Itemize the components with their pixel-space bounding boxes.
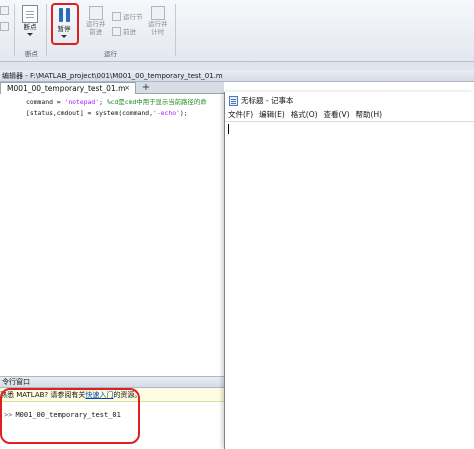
run-group-label: 运行 bbox=[104, 50, 117, 58]
notepad-divider bbox=[225, 121, 474, 122]
run-advance-icon bbox=[88, 6, 103, 20]
breakpoints-button[interactable]: 断点 bbox=[22, 5, 38, 36]
code-text: ; bbox=[99, 98, 107, 106]
code-line: [status,cmdout] = system(command,'-echo'… bbox=[26, 109, 188, 117]
notepad-menubar: 文件(F) 编辑(E) 格式(O) 查看(V) 帮助(H) bbox=[225, 109, 474, 121]
advance-label: 前进 bbox=[123, 28, 136, 36]
breakpoints-icon bbox=[22, 5, 38, 23]
code-string: '-echo' bbox=[152, 109, 180, 117]
run-advance-label-2: 前进 bbox=[89, 28, 103, 36]
add-tab-icon[interactable]: + bbox=[140, 82, 152, 94]
menu-edit[interactable]: 编辑(E) bbox=[259, 109, 291, 121]
editor-title: 编辑器 - F:\MATLAB_project\001\M001_00_temp… bbox=[0, 70, 474, 82]
toolstrip-gap bbox=[0, 62, 474, 70]
pause-highlight-annotation bbox=[51, 3, 79, 45]
run-section-button[interactable]: 运行节 bbox=[112, 11, 143, 21]
run-section-label: 运行节 bbox=[123, 13, 143, 21]
code-string: 'notepad' bbox=[64, 98, 100, 106]
editor-tabbar: M001_00_temporary_test_01.m × + bbox=[0, 82, 224, 94]
advance-button[interactable]: 前进 bbox=[112, 26, 136, 36]
editor-tab-label: M001_00_temporary_test_01.m bbox=[7, 84, 126, 93]
run-time-label-1: 运行并 bbox=[148, 20, 168, 28]
close-icon[interactable]: × bbox=[124, 83, 130, 94]
editor-tab[interactable]: M001_00_temporary_test_01.m × bbox=[0, 82, 136, 94]
toolstrip: 断点 断点 暂停 运行并 前进 运行节 前进 运行并 计时 运行 bbox=[0, 0, 474, 62]
run-and-time-button[interactable]: 运行并 计时 bbox=[148, 6, 168, 36]
notepad-titlebar[interactable]: 无标题 - 记事本 bbox=[225, 92, 474, 109]
menu-help[interactable]: 帮助(H) bbox=[356, 109, 389, 121]
notepad-title: 无标题 - 记事本 bbox=[241, 96, 294, 105]
partial-toolbar-icon[interactable] bbox=[0, 6, 9, 15]
partial-toolbar-icon-2[interactable] bbox=[0, 22, 9, 31]
code-text: ); bbox=[179, 109, 188, 117]
command-highlight-annotation bbox=[0, 388, 140, 444]
run-section-icon bbox=[112, 11, 121, 21]
menu-format[interactable]: 格式(O) bbox=[291, 109, 324, 121]
code-editor[interactable]: command = 'notepad'; %cd是cmd中用于显示当前路径的命 … bbox=[0, 94, 224, 376]
command-window-title: 令行窗口 bbox=[0, 376, 224, 388]
notepad-window: 无标题 - 记事本 文件(F) 编辑(E) 格式(O) 查看(V) 帮助(H) bbox=[224, 92, 474, 449]
code-text: [status,cmdout] = system(command, bbox=[26, 109, 153, 117]
chevron-down-icon bbox=[27, 33, 33, 36]
code-text: command = bbox=[26, 98, 65, 106]
advance-icon bbox=[112, 26, 121, 36]
breakpoints-label: 断点 bbox=[23, 23, 37, 31]
breakpoints-group-label: 断点 bbox=[25, 50, 38, 58]
menu-file[interactable]: 文件(F) bbox=[228, 109, 259, 121]
code-line: command = 'notepad'; %cd是cmd中用于显示当前路径的命 bbox=[26, 97, 207, 106]
run-time-icon bbox=[150, 6, 165, 20]
run-advance-label-1: 运行并 bbox=[86, 20, 106, 28]
code-comment: %cd是cmd中用于显示当前路径的命 bbox=[106, 98, 207, 106]
notepad-icon bbox=[229, 96, 238, 106]
text-caret bbox=[228, 124, 229, 134]
menu-view[interactable]: 查看(V) bbox=[324, 109, 356, 121]
run-time-label-2: 计时 bbox=[151, 28, 165, 36]
run-and-advance-button[interactable]: 运行并 前进 bbox=[86, 6, 106, 36]
